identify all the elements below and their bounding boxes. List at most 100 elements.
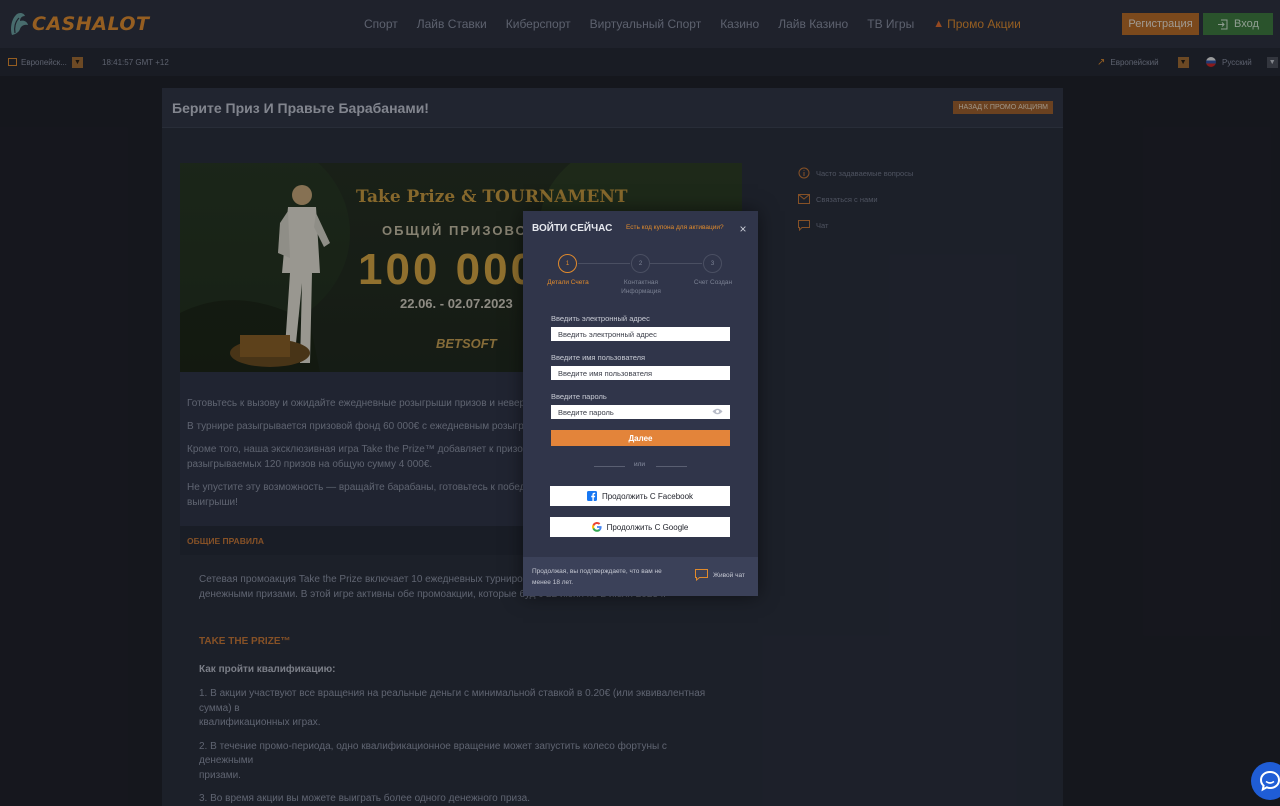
language-value: Русский (1222, 57, 1252, 67)
login-label: Вход (1234, 18, 1259, 30)
next-button[interactable]: Далее (551, 430, 730, 446)
russian-flag-icon (1206, 57, 1216, 67)
or-line-right (656, 466, 687, 467)
nav-esports[interactable]: Киберспорт (506, 17, 571, 31)
email-label: Введить электронный адрес (551, 314, 650, 323)
rule-item-1-line-1: 1. В акции участвуют все вращения на реа… (199, 688, 706, 714)
modal-title: ВОЙТИ СЕЙЧАС (532, 223, 613, 234)
rule-item-2-line-1: 2. В течение промо-периода, одно квалифи… (199, 740, 667, 767)
rule-item-1: 1. В акции участвуют все вращения на реа… (199, 687, 723, 731)
chevron-down-icon[interactable]: ▼ (71, 56, 83, 68)
login-button[interactable]: Вход (1203, 13, 1273, 35)
rule-item-3: 3. Во время акции вы можете выиграть бол… (199, 793, 531, 804)
nav-casino[interactable]: Казино (720, 17, 759, 31)
odds-icon: ↗ (1097, 56, 1106, 68)
nav-live-casino[interactable]: Лайв Казино (778, 17, 848, 31)
nav-promo-label: Промо Акции (947, 17, 1021, 31)
or-text: или (634, 461, 646, 468)
live-chat-label: Живой чат (713, 571, 745, 579)
mail-icon (798, 194, 812, 204)
intro-paragraph-4-line-2: выигрыши! (187, 497, 238, 508)
odds-format-selector[interactable]: Европейск... ▼ (8, 48, 83, 76)
modal-footer: Продолжая, вы подтверждаете, что вам не … (523, 557, 758, 596)
google-label: Продолжить С Google (606, 522, 689, 532)
live-chat-button[interactable]: Живой чат (695, 569, 745, 581)
step-1-label: Детали Счета (547, 279, 589, 286)
info-icon (798, 167, 812, 179)
chat-bubble-icon (798, 219, 812, 231)
chevron-down-icon[interactable]: ▼ (1177, 56, 1189, 68)
clock-time: 18:41:57 GMT +12 (102, 57, 169, 67)
step-3-label: Счет Создан (693, 279, 733, 286)
username-label: Введите имя пользователя (551, 353, 646, 362)
side-links: Часто задаваемые вопросы Связаться с нам… (798, 167, 913, 245)
rule-item-1-line-2: квалификационных играх. (199, 717, 321, 728)
step-3-indicator: 3 (703, 254, 722, 273)
banner-amount: 100 000 (358, 245, 539, 294)
promo-header: Берите Приз И Правьте Барабанами! НАЗАД … (162, 88, 1063, 128)
section-heading: TAKE THE PRIZE™ (199, 636, 291, 647)
rules-paragraph-line-2: денежными призами. В этой игре активны о… (199, 588, 536, 600)
step-1-indicator: 1 (558, 254, 577, 273)
whale-logo-icon (11, 12, 28, 36)
banner-dates: 22.06. - 02.07.2023 (400, 296, 513, 311)
faq-link[interactable]: Часто задаваемые вопросы (798, 167, 913, 179)
banner-title: Take Prize & TOURNAMENT (356, 187, 628, 207)
intro-paragraph-4-line-1: Не упустите эту возможность — вращайте б… (187, 482, 547, 493)
step-2-indicator: 2 (631, 254, 650, 273)
or-line-left (594, 466, 625, 467)
fire-icon: ▲ (933, 18, 945, 30)
intro-paragraph-3-line-1: Кроме того, наша эксклюзивная игра Take … (187, 444, 546, 455)
step-connector (578, 263, 630, 264)
sub-header: Европейск... ▼ 18:41:57 GMT +12 ↗ Европе… (0, 48, 1280, 76)
clock: 18:41:57 GMT +12 (102, 48, 169, 76)
register-button[interactable]: Регистрация (1122, 13, 1199, 35)
intro-paragraph-3-line-2: разыгрываемых 120 призов на общую сумму … (187, 459, 433, 470)
back-to-promos-button[interactable]: НАЗАД К ПРОМО АКЦИЯМ (953, 101, 1053, 114)
google-login-button[interactable]: Продолжить С Google (550, 517, 730, 537)
site-logo[interactable]: CASHALOT (8, 10, 149, 38)
password-label: Введите пароль (551, 392, 607, 401)
facebook-login-button[interactable]: Продолжить С Facebook (550, 486, 730, 506)
main-nav: Спорт Лайв Ставки Киберспорт Виртуальный… (364, 0, 1040, 48)
nav-live-betting[interactable]: Лайв Ставки (417, 17, 487, 31)
contact-label: Связаться с нами (816, 194, 878, 204)
password-field[interactable] (551, 405, 730, 419)
rules-heading: ОБЩИЕ ПРАВИЛА (187, 536, 265, 546)
chat-bubble-icon (695, 569, 708, 581)
chat-link[interactable]: Чат (798, 219, 913, 231)
eye-icon[interactable] (712, 408, 723, 417)
rule-item-2: 2. В течение промо-периода, одно квалифи… (199, 740, 723, 784)
login-modal: ВОЙТИ СЕЙЧАС Есть код купона для активац… (523, 211, 758, 596)
contact-link[interactable]: Связаться с нами (798, 193, 913, 205)
calendar-icon (8, 58, 17, 66)
banner-brand: BETSOFT (436, 336, 497, 351)
nav-sport[interactable]: Спорт (364, 17, 398, 31)
chevron-down-icon[interactable]: ▼ (1266, 56, 1278, 68)
rule-item-2-line-2: призами. (199, 769, 241, 781)
top-header: CASHALOT Спорт Лайв Ставки Киберспорт Ви… (0, 0, 1280, 48)
nav-tv-games[interactable]: ТВ Игры (867, 17, 914, 31)
age-disclaimer: Продолжая, вы подтверждаете, что вам не … (532, 568, 662, 586)
odds-format-selector-right[interactable]: ↗ Европейский ▼ (1097, 48, 1189, 76)
chat-widget-button[interactable] (1251, 762, 1280, 800)
language-selector[interactable]: Русский ▼ (1206, 48, 1278, 76)
or-divider: или (594, 461, 687, 471)
page-title: Берите Приз И Правьте Барабанами! (172, 100, 429, 116)
rules-paragraph-line-1: Сетевая промоакция Take the Prize включа… (199, 574, 551, 585)
username-field[interactable] (551, 366, 730, 380)
google-icon (591, 522, 602, 532)
logo-text: CASHALOT (32, 13, 150, 35)
close-icon[interactable]: × (737, 222, 749, 236)
facebook-icon (586, 491, 597, 501)
step-connector (650, 263, 702, 264)
email-field[interactable] (551, 327, 730, 341)
nav-promo[interactable]: ▲ Промо Акции (933, 17, 1021, 31)
login-icon (1217, 19, 1228, 30)
odds-format-right-value: Европейский (1110, 57, 1159, 67)
odds-format-value: Европейск... (21, 57, 67, 67)
coupon-code-link[interactable]: Есть код купона для активации? (626, 224, 724, 231)
nav-virtual-sport[interactable]: Виртуальный Спорт (590, 17, 702, 31)
facebook-label: Продолжить С Facebook (601, 491, 694, 501)
chat-bubble-icon (1259, 770, 1280, 792)
